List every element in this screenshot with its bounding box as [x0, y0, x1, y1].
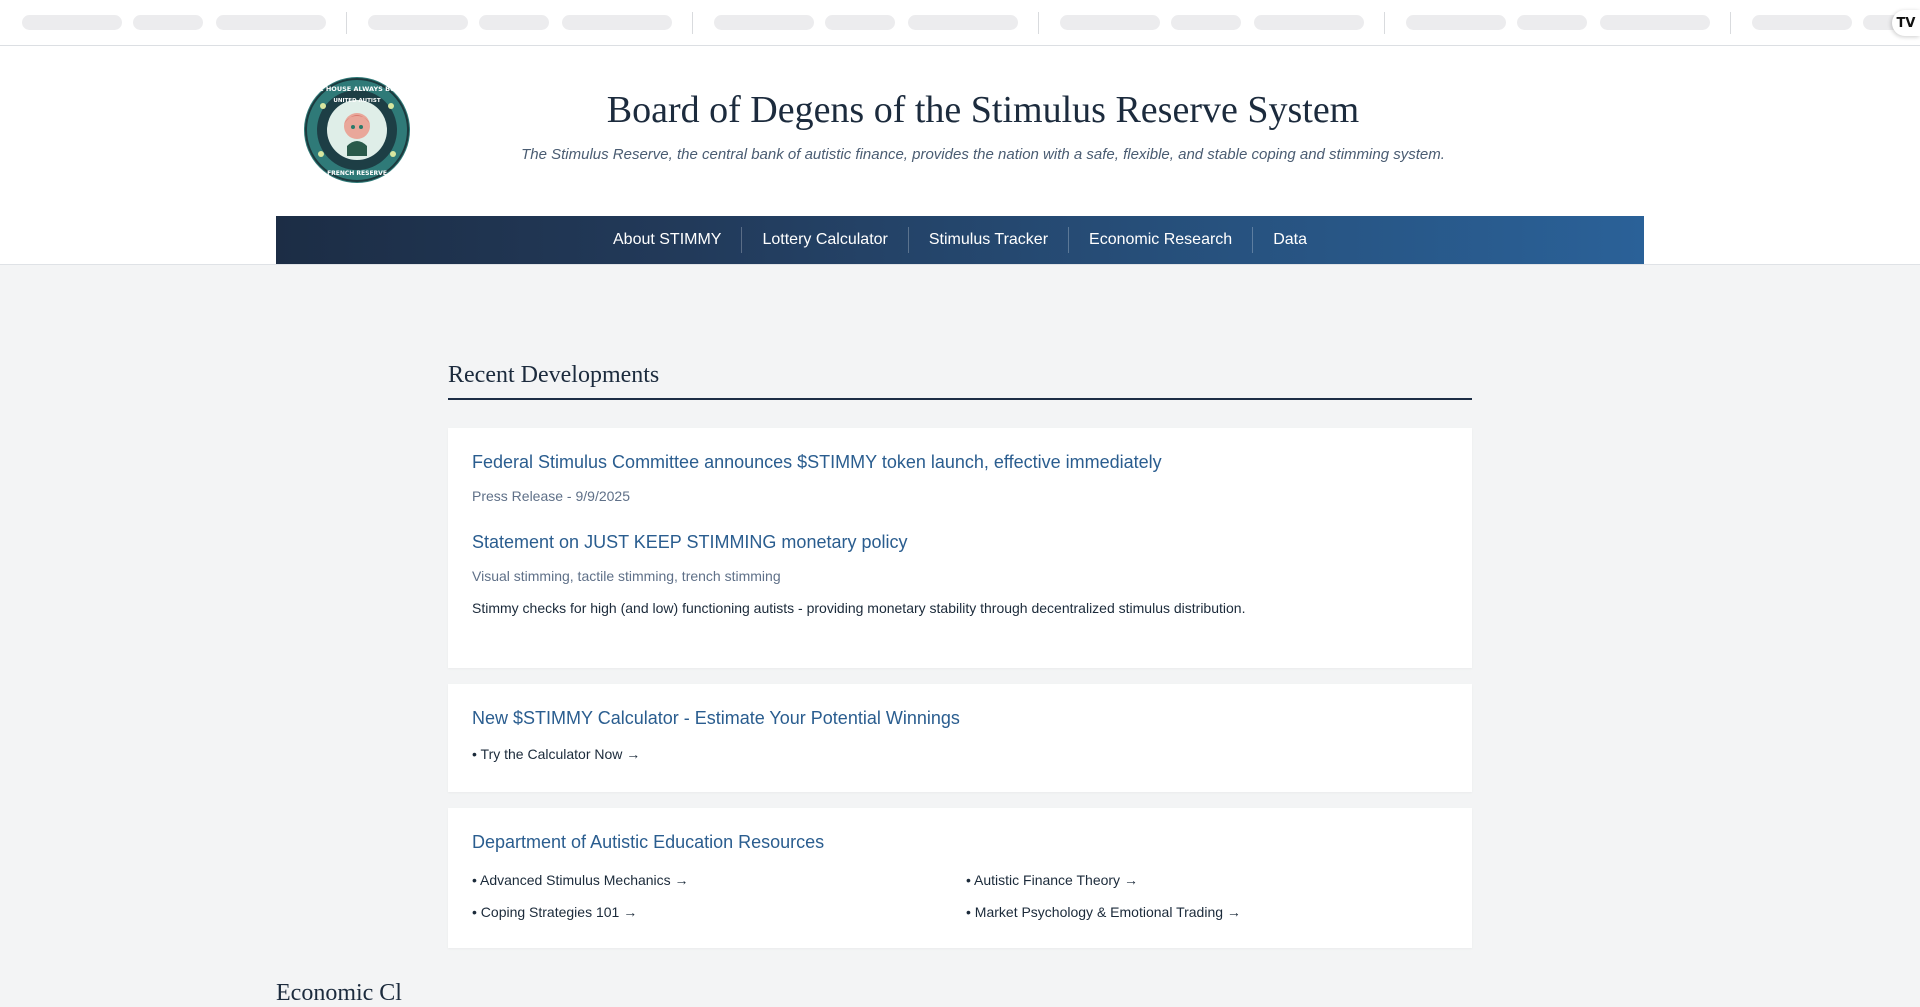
calculator-title-link[interactable]: New $STIMMY Calculator - Estimate Your P… — [472, 708, 960, 729]
site-title: Board of Degens of the Stimulus Reserve … — [606, 89, 1360, 131]
education-link-market-psychology[interactable]: • Market Psychology & Emotional Trading … — [966, 904, 1241, 920]
ticker-separator — [1038, 12, 1039, 34]
ticker-bar: TV — [0, 0, 1920, 46]
press-release-meta: Press Release - 9/9/2025 — [472, 488, 630, 504]
ticker-placeholder — [479, 15, 549, 30]
ticker-placeholder — [562, 15, 672, 30]
reserve-seal-logo[interactable]: THE HOUSE ALWAYS BUYS UNITED AUTIST FREN… — [303, 76, 411, 184]
statement-meta: Visual stimming, tactile stimming, trenc… — [472, 568, 781, 584]
ticker-placeholder — [216, 15, 326, 30]
education-title-link[interactable]: Department of Autistic Education Resourc… — [472, 832, 824, 853]
ticker-placeholder — [908, 15, 1018, 30]
seal-middle-text: UNITED AUTIST — [333, 98, 380, 104]
nav-data[interactable]: Data — [1252, 227, 1327, 253]
education-link-coping-strategies[interactable]: • Coping Strategies 101 → — [472, 904, 637, 920]
ticker-placeholder — [714, 15, 814, 30]
site-tagline: The Stimulus Reserve, the central bank o… — [521, 146, 1445, 163]
seal-top-text: THE HOUSE ALWAYS BUYS — [309, 85, 405, 93]
ticker-placeholder — [1517, 15, 1587, 30]
ticker-placeholder — [1752, 15, 1852, 30]
ticker-placeholder — [22, 15, 122, 30]
try-calculator-link[interactable]: • Try the Calculator Now → — [472, 746, 640, 762]
education-link-finance-theory[interactable]: • Autistic Finance Theory → — [966, 872, 1138, 888]
section-title: Recent Developments — [448, 362, 1472, 400]
statement-body: Stimmy checks for high (and low) functio… — [472, 600, 1246, 616]
ticker-placeholder — [1171, 15, 1241, 30]
developments-card: Federal Stimulus Committee announces $ST… — [448, 428, 1472, 668]
ticker-placeholder — [1406, 15, 1506, 30]
nav-stimulus-tracker[interactable]: Stimulus Tracker — [907, 227, 1068, 253]
ticker-separator — [1730, 12, 1731, 34]
nav-about-stimmy[interactable]: About STIMMY — [593, 227, 741, 253]
seal-bottom-text: FRENCH RESERVE — [327, 170, 387, 177]
nav-economic-research[interactable]: Economic Research — [1068, 227, 1252, 253]
statement-link[interactable]: Statement on JUST KEEP STIMMING monetary… — [472, 532, 908, 553]
ticker-placeholder — [1600, 15, 1710, 30]
ticker-placeholder — [825, 15, 895, 30]
ticker-placeholder — [1060, 15, 1160, 30]
ticker-placeholder — [368, 15, 468, 30]
education-link-stimulus-mechanics[interactable]: • Advanced Stimulus Mechanics → — [472, 872, 689, 888]
economic-section-heading: Economic Cl — [276, 980, 402, 1006]
tradingview-badge-icon[interactable]: TV — [1892, 10, 1920, 36]
ticker-separator — [1384, 12, 1385, 34]
site-header: THE HOUSE ALWAYS BUYS UNITED AUTIST FREN… — [0, 46, 1920, 265]
education-card: Department of Autistic Education Resourc… — [448, 808, 1472, 948]
nav-lottery-calculator[interactable]: Lottery Calculator — [741, 227, 907, 253]
ticker-separator — [692, 12, 693, 34]
main-nav: About STIMMY Lottery Calculator Stimulus… — [276, 216, 1644, 264]
ticker-placeholder — [133, 15, 203, 30]
press-release-link[interactable]: Federal Stimulus Committee announces $ST… — [472, 452, 1162, 473]
calculator-card: New $STIMMY Calculator - Estimate Your P… — [448, 684, 1472, 792]
ticker-placeholder — [1254, 15, 1364, 30]
ticker-separator — [346, 12, 347, 34]
